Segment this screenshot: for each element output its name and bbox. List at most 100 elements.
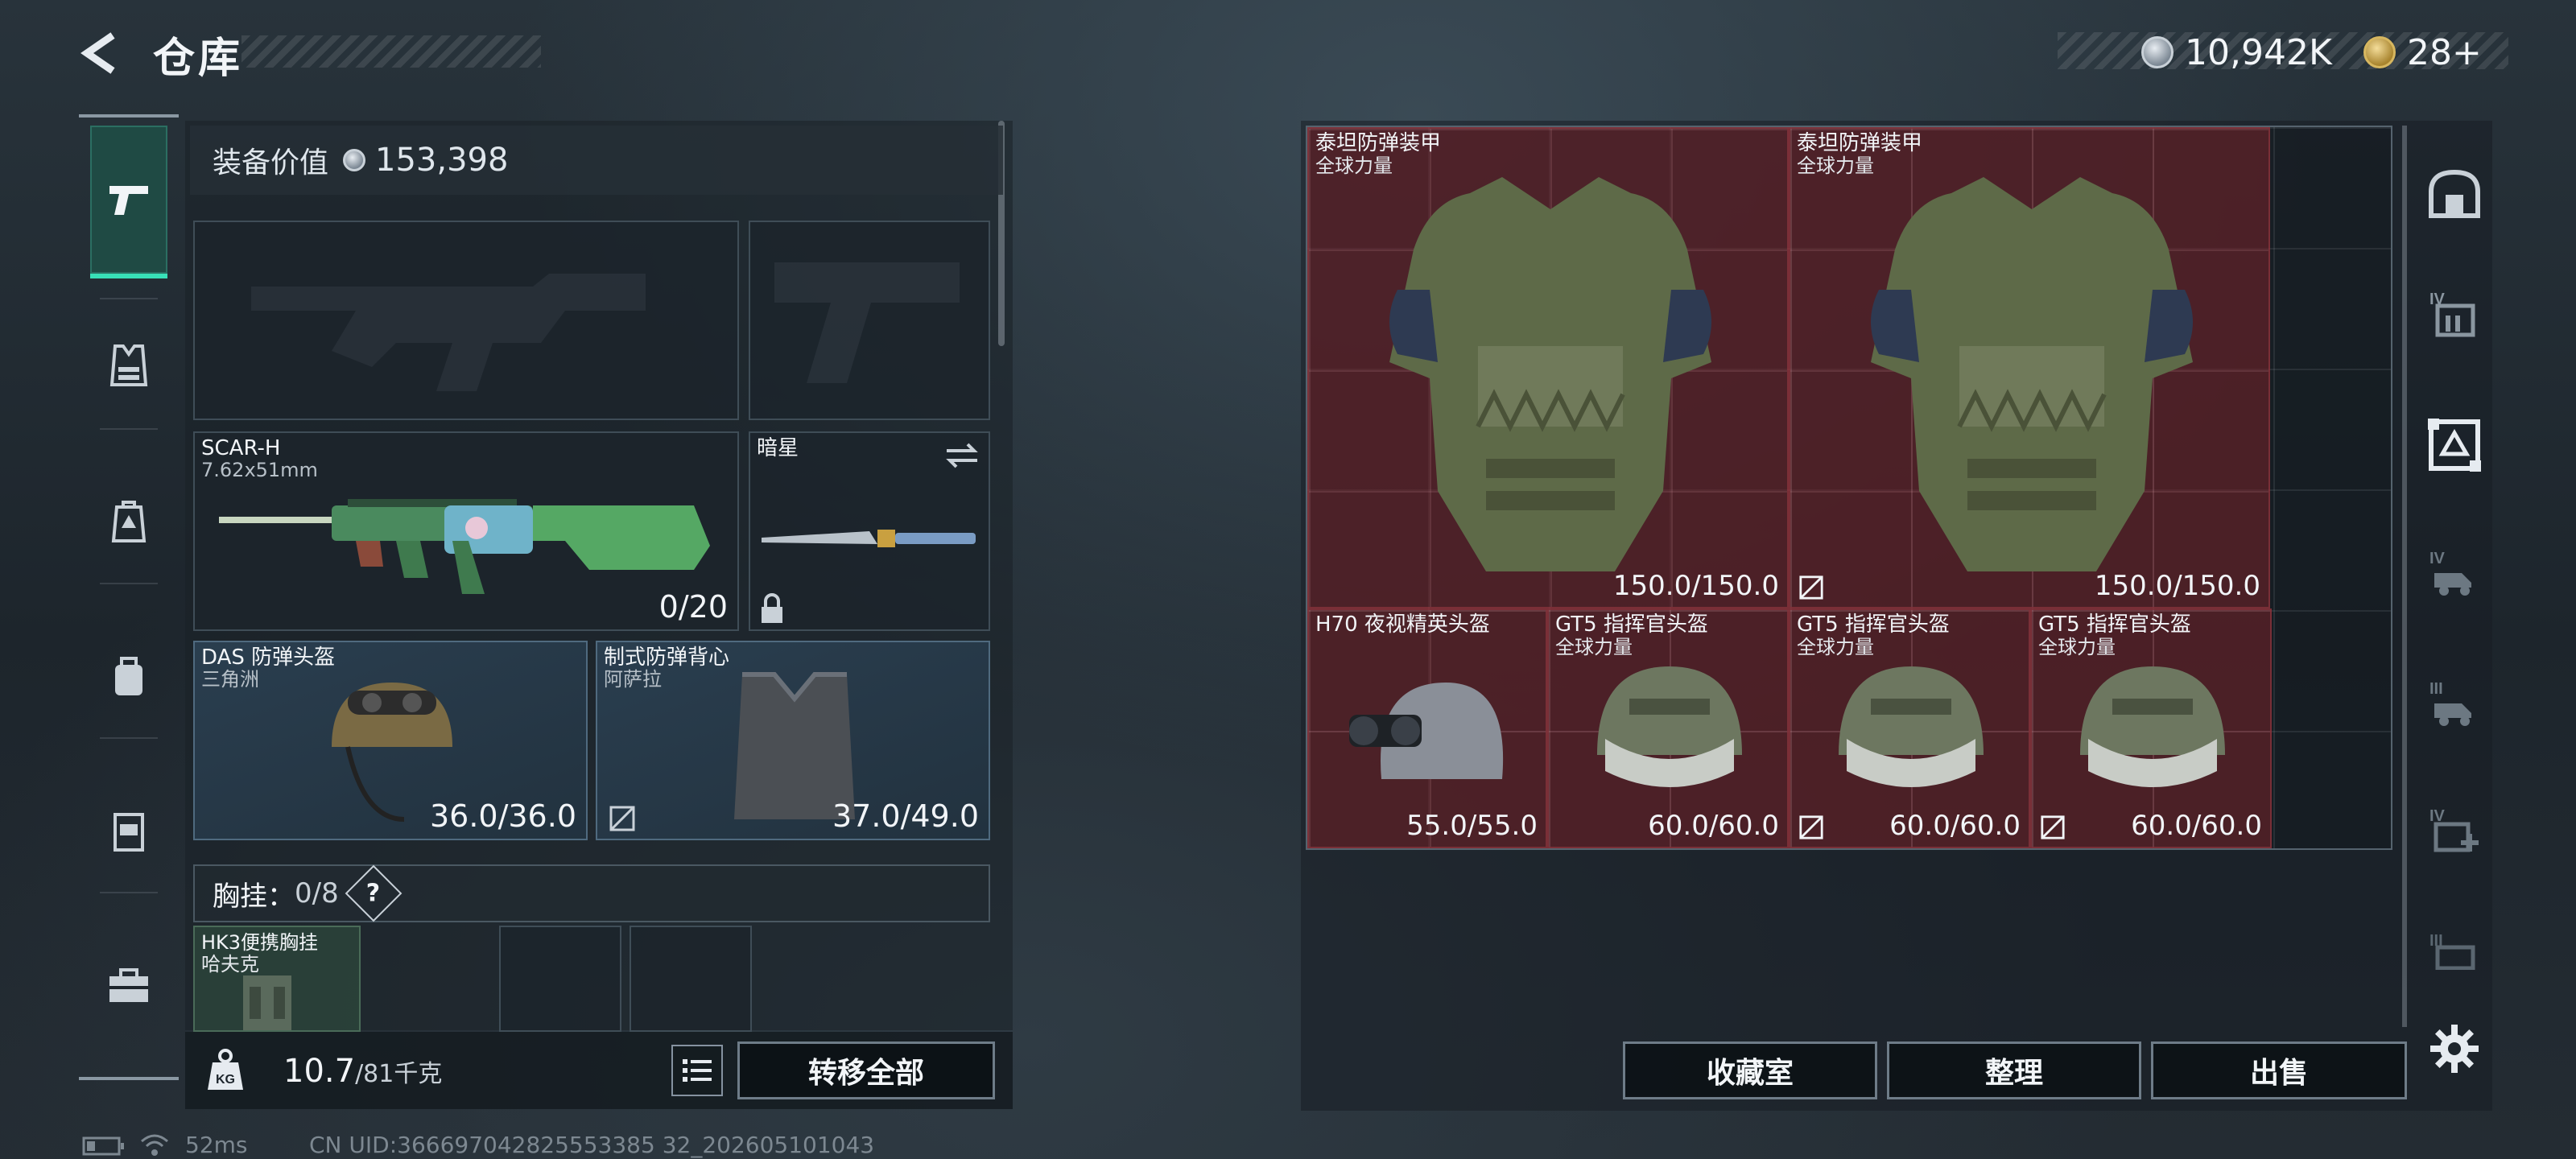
loadout-category-rail — [79, 114, 179, 1080]
collection-room-button[interactable]: 收藏室 — [1623, 1041, 1877, 1099]
chest-rig-header: 胸挂： 0/8 ? — [193, 864, 990, 922]
garage-tab[interactable] — [2418, 158, 2491, 230]
rail-divider-bottom — [79, 1077, 179, 1080]
item-name: GT5 指挥官头盔 — [1555, 612, 1708, 637]
no-repair-icon — [2041, 815, 2065, 839]
bag-icon — [115, 657, 142, 695]
inventory-item[interactable]: 泰坦防弹装甲 全球力量 150.0/150.0 — [1307, 127, 1789, 608]
help-button[interactable]: ? — [345, 864, 402, 922]
backpack-icon — [111, 501, 147, 542]
storage-scrollbar[interactable] — [2402, 126, 2407, 1027]
sort-button[interactable]: 整理 — [1887, 1041, 2141, 1099]
back-button[interactable] — [77, 29, 126, 77]
carry-weight: 10.7/81千克 — [283, 1053, 442, 1090]
vehicle-iv-tab[interactable]: IV — [2418, 538, 2491, 610]
rig-empty-slot[interactable] — [630, 926, 752, 1032]
gold-currency[interactable]: 28+ — [2363, 24, 2482, 80]
item-name: GT5 指挥官头盔 — [2038, 612, 2191, 637]
no-repair-icon — [1799, 575, 1823, 600]
tab-backpack[interactable] — [90, 483, 167, 560]
melee-slot[interactable]: 暗星 — [749, 431, 990, 631]
battery-icon — [82, 1136, 124, 1156]
rifle-silhouette-icon — [251, 274, 646, 391]
medical-iv-tab[interactable]: IV — [2418, 795, 2491, 868]
rail-divider — [100, 428, 158, 430]
pistol-silhouette-icon — [774, 262, 960, 383]
gold-coin-icon — [2363, 36, 2396, 68]
item-durability: 60.0/60.0 — [1889, 810, 2021, 842]
chest-rig-label: 胸挂： — [213, 880, 295, 913]
body-armor-slot[interactable]: 制式防弹背心 阿萨拉 37.0/49.0 — [596, 641, 990, 840]
gold-amount: 28+ — [2407, 31, 2482, 73]
helmet-source: 三角洲 — [201, 668, 259, 691]
chest-rig-name: HK3便携胸挂 — [201, 931, 319, 954]
tab-case[interactable] — [90, 792, 167, 869]
tab-toolbox[interactable] — [90, 947, 167, 1024]
settings-icon — [2430, 1025, 2479, 1073]
item-durability: 150.0/150.0 — [1612, 570, 1779, 602]
knife-icon — [762, 530, 976, 547]
gt5-helmet-icon — [1839, 666, 1984, 787]
storage-active-icon — [2428, 419, 2481, 472]
storage-iii-tab[interactable]: III — [2418, 918, 2491, 982]
rig-empty-slot[interactable] — [499, 926, 621, 1032]
titan-armor-icon — [1389, 177, 1711, 571]
user-uid: CN UID:366697042825553385 32_20260510104… — [309, 1132, 875, 1158]
page-title: 仓库 — [153, 35, 244, 83]
storage-iii-icon: III — [2429, 932, 2475, 970]
storage-active-tab[interactable] — [2418, 409, 2491, 481]
rail-divider — [100, 737, 158, 739]
storage-iv-tab[interactable]: IV — [2418, 278, 2491, 351]
list-view-button[interactable] — [671, 1045, 723, 1096]
equipment-value: 装备价值 153,398 — [190, 126, 1003, 195]
tab-bag[interactable] — [90, 637, 167, 715]
svg-text:III: III — [2429, 680, 2443, 698]
transfer-all-button[interactable]: 转移全部 — [737, 1041, 995, 1099]
titan-armor-icon — [1871, 177, 2193, 571]
inventory-item[interactable]: GT5 指挥官头盔 全球力量 60.0/60.0 — [1789, 608, 2030, 848]
storage-iv-icon: IV — [2429, 291, 2475, 337]
inventory-item[interactable]: 泰坦防弹装甲 全球力量 150.0/150.0 — [1789, 127, 2270, 608]
svg-text:IV: IV — [2429, 550, 2446, 567]
primary-weapon-slot[interactable]: SCAR-H 7.62x51mm 0/20 — [193, 431, 739, 631]
inventory-item[interactable]: H70 夜视精英头盔 55.0/55.0 — [1307, 608, 1547, 848]
vehicle-iv-icon: IV — [2429, 550, 2471, 596]
silver-coin-icon — [343, 149, 366, 171]
settings-button[interactable] — [2418, 1013, 2491, 1085]
armor-name: 制式防弹背心 — [604, 645, 730, 670]
inventory-item[interactable]: GT5 指挥官头盔 全球力量 60.0/60.0 — [2030, 608, 2272, 848]
chest-rig-icon — [243, 975, 291, 1030]
item-durability: 150.0/150.0 — [2094, 570, 2260, 602]
empty-pistol-slot[interactable] — [749, 221, 990, 420]
item-durability: 55.0/55.0 — [1406, 810, 1538, 842]
night-vision-helmet-icon — [1349, 683, 1504, 779]
equipment-value-label: 装备价值 — [213, 146, 329, 179]
item-durability: 60.0/60.0 — [1648, 810, 1779, 842]
rail-divider — [100, 892, 158, 893]
item-name: 泰坦防弹装甲 — [1315, 131, 1442, 155]
chest-rig-slot[interactable]: HK3便携胸挂 哈夫克 — [193, 926, 361, 1032]
ammo-count: 0/20 — [658, 589, 728, 625]
list-icon — [683, 1059, 712, 1082]
svg-text:KG: KG — [216, 1073, 235, 1087]
helmet-slot[interactable]: DAS 防弹头盔 三角洲 36.0/36.0 — [193, 641, 588, 840]
title-decoration — [242, 35, 541, 68]
gt5-helmet-icon — [2080, 666, 2225, 787]
gt5-helmet-icon — [1597, 666, 1742, 787]
swap-icon[interactable] — [943, 439, 980, 472]
lock-icon — [762, 593, 782, 623]
chest-rig-count: 0/8 — [295, 877, 339, 909]
scar-h-rifle-icon — [219, 499, 710, 594]
weight-current: 10.7 — [283, 1053, 356, 1090]
item-name: 泰坦防弹装甲 — [1797, 131, 1923, 155]
tab-weapons[interactable] — [90, 126, 167, 278]
inventory-item[interactable]: GT5 指挥官头盔 全球力量 60.0/60.0 — [1547, 608, 1789, 848]
silver-coin-icon — [2141, 36, 2174, 68]
sell-button[interactable]: 出售 — [2151, 1041, 2407, 1099]
tab-vest[interactable] — [90, 327, 167, 404]
empty-rifle-slot[interactable] — [193, 221, 739, 420]
weapon-name: SCAR-H — [201, 436, 281, 460]
rail-divider — [100, 583, 158, 584]
vehicle-iii-tab[interactable]: III — [2418, 668, 2491, 740]
silver-currency[interactable]: 10,942K — [2141, 24, 2332, 80]
